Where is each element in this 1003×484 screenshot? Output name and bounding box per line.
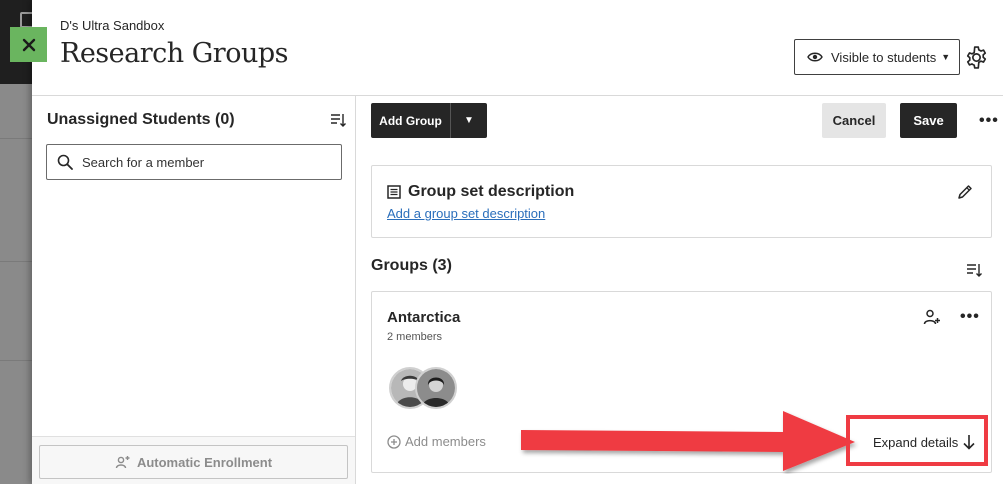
automatic-enrollment-button[interactable]: Automatic Enrollment: [39, 445, 348, 479]
chevron-down-icon: ▼: [464, 115, 474, 126]
page-title: Research Groups: [60, 38, 289, 69]
close-icon: [22, 38, 35, 51]
visibility-dropdown[interactable]: Visible to students ▼: [794, 39, 960, 75]
add-description-link[interactable]: Add a group set description: [387, 206, 545, 221]
add-group-split-button: Add Group ▼: [371, 103, 487, 138]
description-title: Group set description: [408, 183, 575, 200]
plus-circle-icon: [387, 434, 401, 449]
add-members-label: Add members: [405, 434, 486, 449]
sort-icon[interactable]: [966, 262, 982, 278]
background-page: [0, 0, 34, 484]
annotation-arrow: [521, 411, 855, 471]
document-icon: [387, 185, 401, 199]
group-set-description-card: Group set description Add a group set de…: [371, 165, 992, 238]
automatic-enrollment-label: Automatic Enrollment: [136, 454, 273, 470]
user-plus-icon: [115, 456, 130, 469]
add-group-button[interactable]: Add Group: [371, 103, 451, 138]
close-button[interactable]: [10, 27, 47, 62]
background-divider: [0, 360, 32, 361]
member-search[interactable]: [46, 144, 342, 180]
save-button[interactable]: Save: [900, 103, 957, 138]
more-icon[interactable]: •••: [979, 112, 999, 130]
eye-icon: [807, 52, 823, 62]
add-person-icon[interactable]: [923, 308, 941, 326]
course-name: D's Ultra Sandbox: [60, 18, 165, 33]
add-members-button[interactable]: Add members: [387, 434, 486, 449]
background-divider: [0, 261, 32, 262]
add-group-dropdown[interactable]: ▼: [451, 103, 487, 138]
group-member-count: 2 members: [387, 331, 443, 343]
visibility-label: Visible to students: [831, 49, 937, 65]
pencil-icon[interactable]: [957, 184, 973, 200]
unassigned-title: Unassigned Students (0): [47, 111, 235, 128]
group-name: Antarctica: [387, 309, 461, 326]
unassigned-panel: Unassigned Students (0) Automatic Enroll…: [32, 96, 356, 484]
unassigned-footer: Automatic Enrollment: [32, 436, 355, 484]
search-input[interactable]: [82, 154, 322, 170]
groups-title: Groups (3): [371, 257, 452, 274]
search-icon: [57, 154, 73, 170]
more-icon[interactable]: •••: [960, 308, 980, 326]
gear-icon[interactable]: [964, 45, 989, 70]
cancel-button[interactable]: Cancel: [822, 103, 886, 138]
avatar: [415, 367, 457, 409]
background-divider: [0, 138, 32, 139]
sort-icon[interactable]: [330, 112, 346, 128]
annotation-highlight-box: [846, 415, 988, 466]
chevron-down-icon: ▼: [941, 52, 951, 62]
